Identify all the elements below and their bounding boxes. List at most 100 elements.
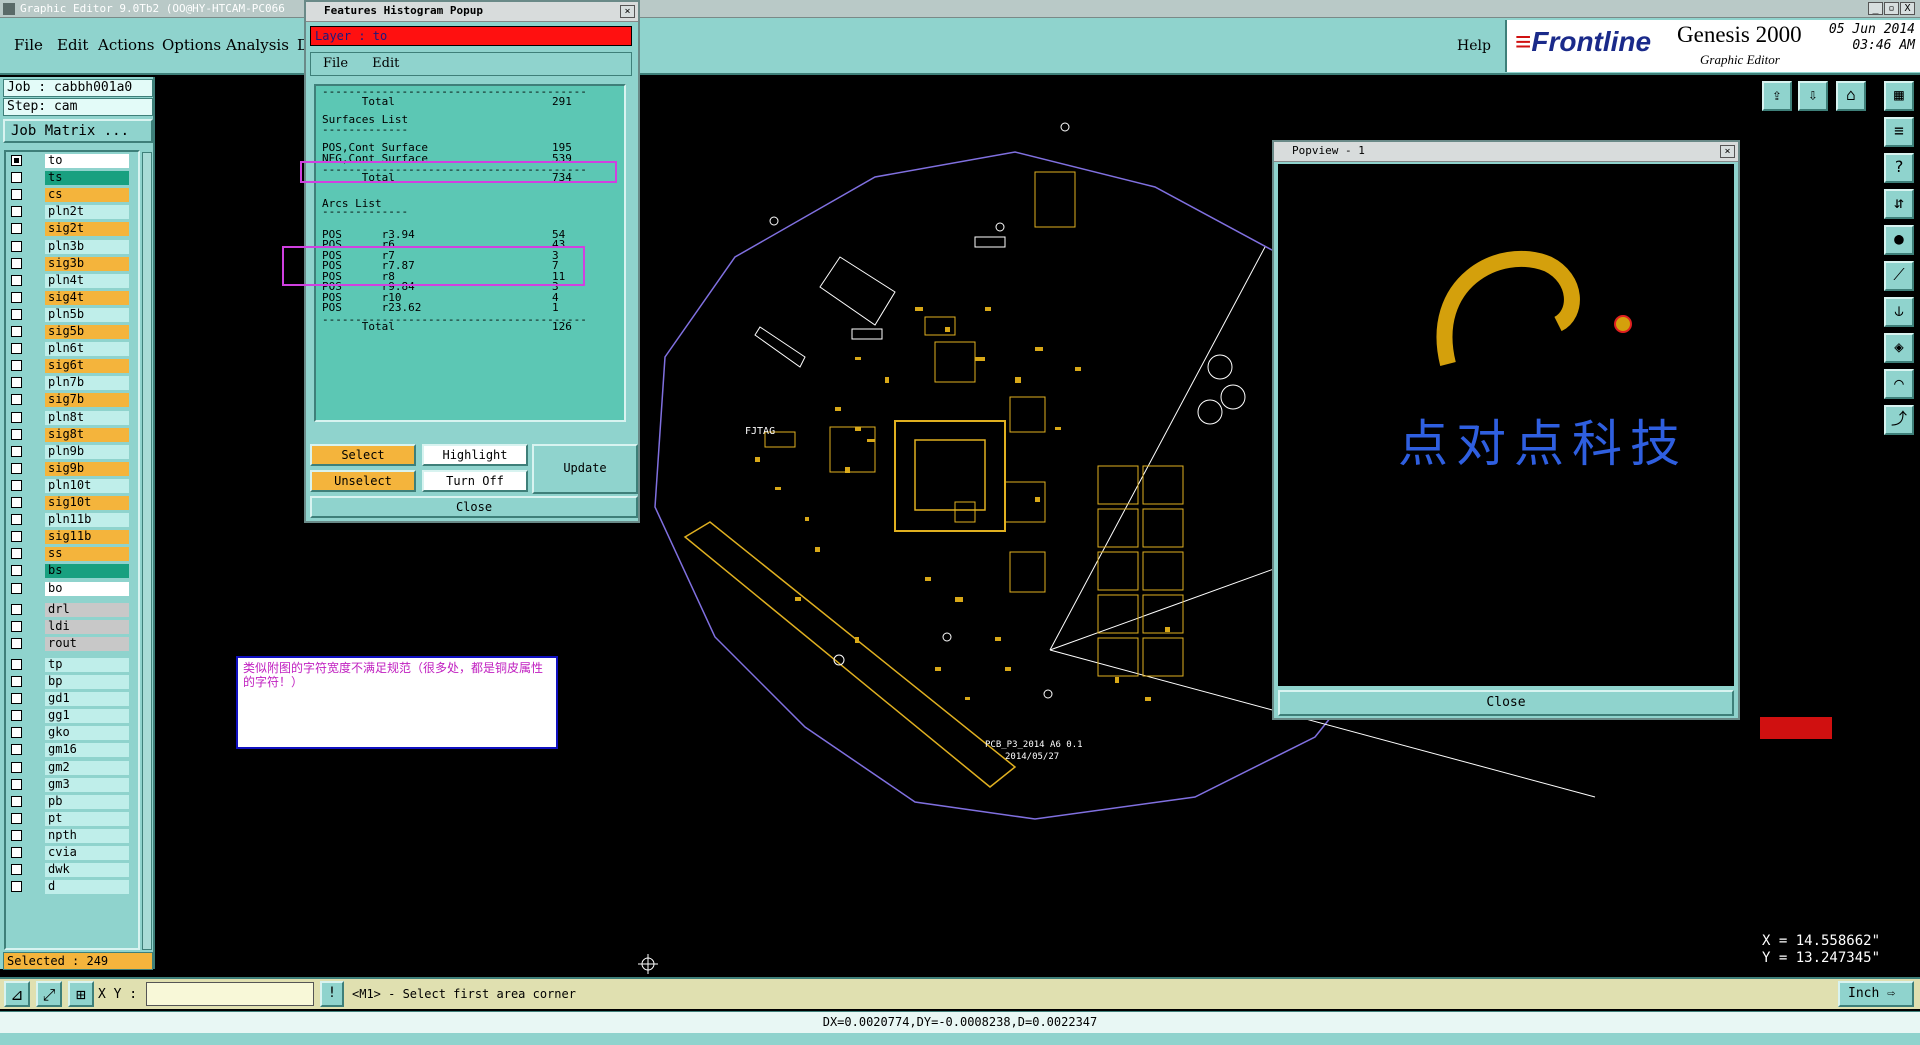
layer-name[interactable]: d [45, 880, 129, 895]
tool-button-filter-icon[interactable]: ⫝ [1884, 297, 1914, 327]
layer-row[interactable]: sig5b [8, 325, 129, 339]
layer-checkbox[interactable] [11, 223, 22, 235]
menu-options[interactable]: Options [162, 36, 221, 54]
layer-checkbox[interactable] [11, 155, 22, 166]
layer-name[interactable]: pt [45, 811, 129, 826]
layer-row[interactable]: sig2t [8, 222, 129, 237]
layer-checkbox[interactable] [11, 727, 22, 739]
job-matrix-button[interactable]: Job Matrix ... [3, 119, 153, 143]
layer-checkbox[interactable] [11, 881, 22, 893]
layer-name[interactable]: gd1 [45, 692, 129, 707]
layer-name[interactable]: pb [45, 794, 129, 809]
layer-checkbox[interactable] [11, 710, 22, 722]
tool-button-help-icon[interactable]: ? [1884, 153, 1914, 183]
layer-row[interactable]: pb [8, 794, 129, 809]
units-dropdown[interactable]: Inch ⇨ [1838, 981, 1914, 1007]
layer-checkbox[interactable] [11, 548, 22, 560]
layer-name[interactable]: ss [45, 547, 129, 562]
layer-row[interactable]: ldi [8, 619, 129, 634]
layer-name[interactable]: sig7b [45, 393, 129, 408]
layer-row[interactable]: pln5b [8, 307, 129, 322]
layer-checkbox[interactable] [11, 603, 22, 615]
layer-name[interactable]: sig9b [45, 461, 129, 476]
layer-checkbox[interactable] [11, 462, 22, 474]
layer-name[interactable]: pln8t [45, 410, 129, 425]
layer-name[interactable]: pln10t [45, 478, 129, 493]
layer-row[interactable]: bo [8, 581, 129, 596]
layer-name[interactable]: drl [45, 602, 129, 617]
layer-checkbox[interactable] [11, 658, 22, 670]
layer-row[interactable]: sig4t [8, 290, 129, 305]
layer-row[interactable]: pln4t [8, 273, 129, 288]
layer-row[interactable]: npth [8, 828, 129, 843]
tool-button-grid-icon[interactable]: ▦ [1884, 81, 1914, 111]
layer-checkbox[interactable] [11, 847, 22, 858]
layer-name[interactable]: gg1 [45, 709, 129, 724]
layer-checkbox[interactable] [11, 582, 22, 594]
layer-row[interactable]: sig7b [8, 393, 129, 408]
layer-row[interactable]: sig10t [8, 496, 129, 510]
layer-name[interactable]: sig4t [45, 290, 129, 305]
tool-button-load-icon[interactable]: ⇩ [1798, 81, 1828, 111]
layer-row[interactable]: sig11b [8, 530, 129, 545]
layer-checkbox[interactable] [11, 812, 22, 824]
close-window-button[interactable]: X [1900, 2, 1915, 15]
layer-checkbox[interactable] [11, 479, 22, 491]
layer-row[interactable]: gm3 [8, 777, 129, 792]
layer-checkbox[interactable] [11, 778, 22, 790]
layer-checkbox[interactable] [11, 206, 22, 218]
layer-checkbox[interactable] [11, 240, 22, 252]
update-button[interactable]: Update [532, 444, 638, 494]
layer-name[interactable]: pln6t [45, 342, 129, 357]
layer-row[interactable]: sig6t [8, 359, 129, 374]
layer-row[interactable]: pln10t [8, 478, 129, 493]
menu-actions[interactable]: Actions [98, 36, 154, 54]
tool-button-home-icon[interactable]: ⌂ [1836, 81, 1866, 111]
layer-row[interactable]: ts [8, 171, 129, 186]
layer-row[interactable]: cvia [8, 846, 129, 860]
layer-checkbox[interactable] [11, 565, 22, 577]
xy-input[interactable] [146, 982, 314, 1006]
layer-name[interactable]: pln7b [45, 376, 129, 391]
layer-name[interactable]: sig2t [45, 222, 129, 237]
layer-name[interactable]: pln4t [45, 273, 129, 288]
layer-name[interactable]: tp [45, 657, 129, 672]
layer-row[interactable]: ss [8, 547, 129, 562]
layer-row[interactable]: pt [8, 811, 129, 826]
features-close-button[interactable]: Close [310, 496, 638, 518]
features-menu-edit[interactable]: Edit [372, 56, 399, 71]
layer-row[interactable]: pln7b [8, 376, 129, 391]
select-button[interactable]: Select [310, 444, 416, 466]
features-menu-file[interactable]: File [323, 56, 348, 71]
highlight-button[interactable]: Highlight [422, 444, 528, 466]
popview-close-icon[interactable]: × [1720, 145, 1735, 158]
tool-button-lines-icon[interactable]: ≡ [1884, 117, 1914, 147]
layer-name[interactable]: pln9b [45, 444, 129, 459]
tool-button-line-icon[interactable]: ⟋ [1884, 261, 1914, 291]
layer-checkbox[interactable] [11, 377, 22, 389]
layer-checkbox[interactable] [11, 744, 22, 756]
zoom-icon[interactable]: ⤢ [36, 981, 62, 1007]
layer-row[interactable]: pln9b [8, 444, 129, 459]
layer-row[interactable]: sig3b [8, 256, 129, 271]
tool-button-arc-icon[interactable]: ⌒ [1884, 369, 1914, 399]
layer-row[interactable]: gm2 [8, 760, 129, 775]
features-popup-close-icon[interactable]: × [620, 5, 635, 18]
tool-button-route-icon[interactable]: ⤴ [1884, 405, 1914, 435]
layer-row[interactable]: gg1 [8, 709, 129, 724]
layer-checkbox[interactable] [11, 531, 22, 543]
info-icon[interactable]: ! [320, 981, 344, 1007]
menu-help[interactable]: Help [1457, 38, 1491, 54]
menu-analysis[interactable]: Analysis [226, 36, 289, 54]
layer-checkbox[interactable] [11, 274, 22, 286]
layer-checkbox[interactable] [11, 445, 22, 457]
layer-checkbox[interactable] [11, 291, 22, 303]
layer-checkbox[interactable] [11, 360, 22, 372]
tool-button-pad-icon[interactable]: ● [1884, 225, 1914, 255]
layer-name[interactable]: ldi [45, 619, 129, 634]
layer-name[interactable]: sig5b [45, 325, 129, 339]
layer-checkbox[interactable] [11, 693, 22, 705]
turn-off-button[interactable]: Turn Off [422, 470, 528, 492]
layer-row[interactable]: gko [8, 726, 129, 741]
layer-checkbox[interactable] [11, 172, 22, 184]
